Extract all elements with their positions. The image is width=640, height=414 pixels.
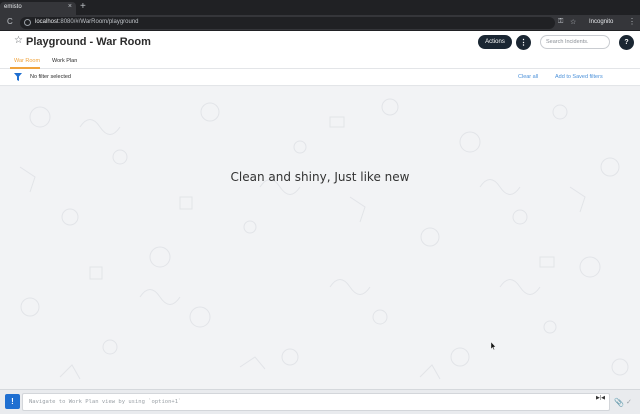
add-to-saved-filters-link[interactable]: Add to Saved filters: [555, 74, 603, 80]
clear-all-link[interactable]: Clear all: [518, 74, 538, 80]
tab-war-room[interactable]: War Room: [14, 58, 40, 64]
expand-icon[interactable]: ▶|◀: [596, 395, 605, 401]
url-text: localhost:8080/#/WarRoom/playground: [35, 19, 139, 25]
reload-icon[interactable]: C: [7, 17, 13, 26]
filter-icon[interactable]: [14, 73, 22, 81]
actions-button[interactable]: Actions: [478, 35, 512, 49]
attachment-icon[interactable]: 📎: [614, 398, 624, 407]
app-header: ☆ Playground - War Room Actions ⋮ Search…: [0, 31, 640, 55]
page-title: Playground - War Room: [26, 36, 151, 48]
browser-menu-icon[interactable]: ⋮: [628, 17, 636, 26]
mouse-cursor-icon: [491, 342, 496, 350]
browser-tab-strip: emisto × +: [0, 0, 640, 15]
tab-work-plan[interactable]: Work Plan: [52, 58, 77, 64]
help-button[interactable]: ?: [619, 35, 634, 50]
more-options-button[interactable]: ⋮: [516, 35, 531, 50]
filter-status: No filter selected: [30, 74, 71, 80]
command-input[interactable]: Navigate to Work Plan view by using `opt…: [22, 393, 610, 411]
close-icon[interactable]: ×: [68, 3, 72, 10]
new-tab-icon[interactable]: +: [80, 2, 86, 12]
star-icon[interactable]: ☆: [14, 35, 23, 46]
cli-mode-button[interactable]: !: [5, 394, 20, 409]
address-bar[interactable]: localhost:8080/#/WarRoom/playground: [20, 17, 555, 29]
key-icon[interactable]: ⚿: [558, 18, 563, 26]
browser-toolbar: C localhost:8080/#/WarRoom/playground ⚿ …: [0, 15, 640, 31]
url-path: :8080/#/WarRoom/playground: [58, 19, 139, 25]
background-pattern: [19, 98, 629, 380]
submit-check-icon[interactable]: ✓: [626, 398, 632, 406]
war-room-timeline: Clean and shiny, Just like new: [0, 87, 640, 389]
empty-state-message: Clean and shiny, Just like new: [230, 170, 410, 184]
view-tabs: War Room Work Plan: [0, 55, 640, 69]
command-line-bar: ! Navigate to Work Plan view by using `o…: [0, 389, 640, 414]
bookmark-star-icon[interactable]: ☆: [570, 18, 576, 26]
incognito-label[interactable]: Incognito: [589, 19, 613, 25]
browser-tab-title: emisto: [4, 4, 22, 10]
search-input[interactable]: Search Incidents.: [540, 35, 610, 49]
info-icon[interactable]: [24, 19, 31, 26]
filter-bar: No filter selected Clear all Add to Save…: [0, 69, 640, 86]
browser-tab[interactable]: emisto ×: [0, 2, 76, 15]
url-host: localhost: [35, 19, 59, 25]
